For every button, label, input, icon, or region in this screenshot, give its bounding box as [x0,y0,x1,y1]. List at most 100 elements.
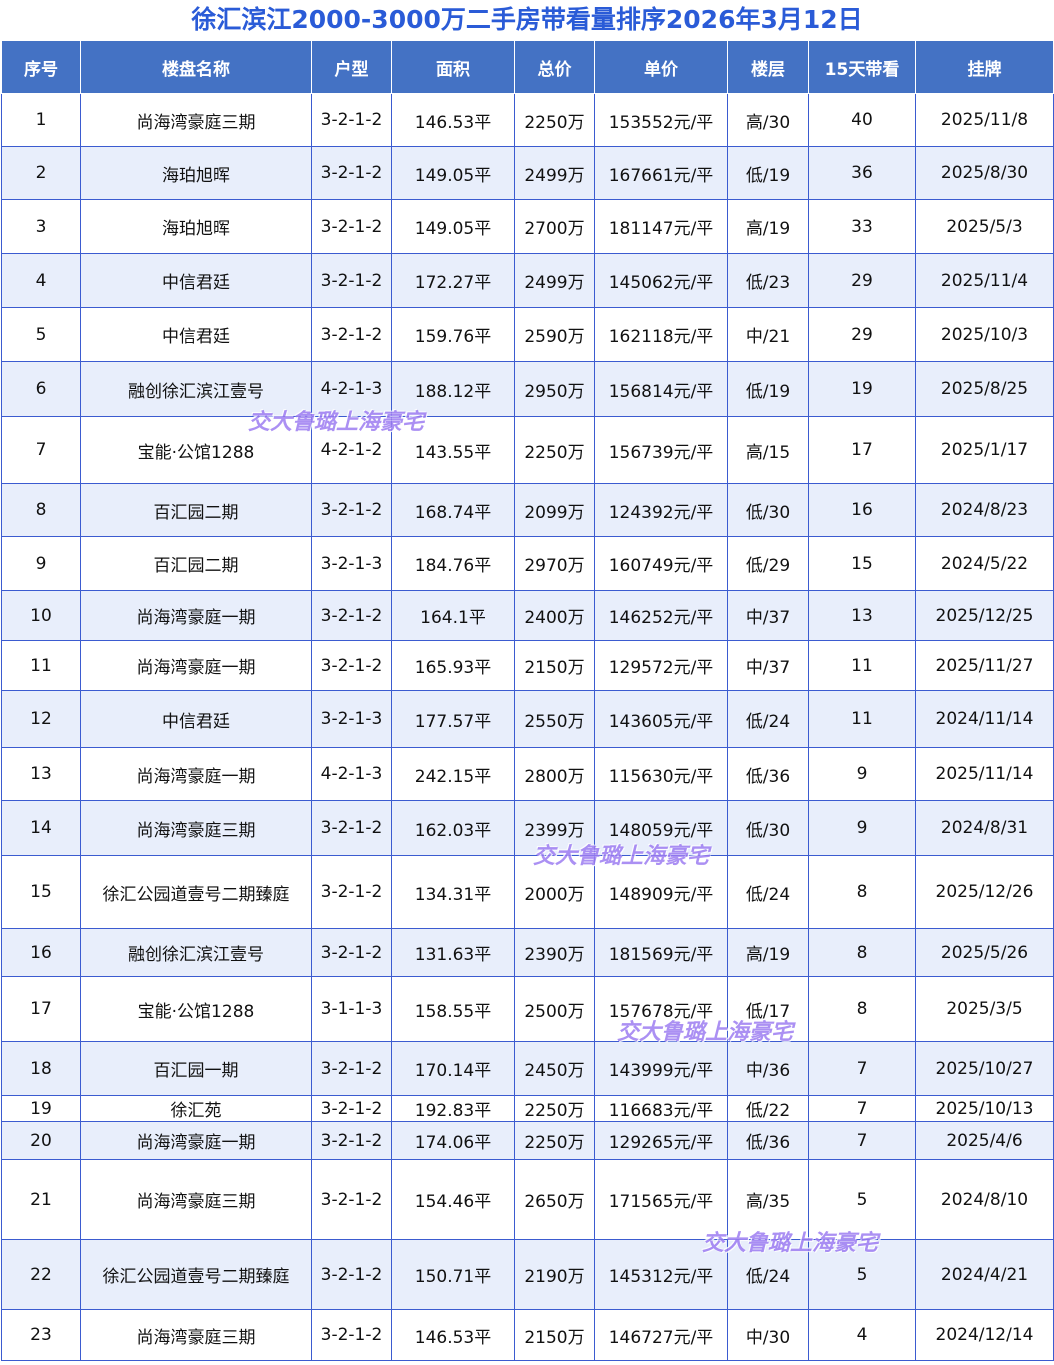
cell-listed-date: 2025/1/17 [915,416,1054,484]
table-row[interactable]: 21 尚海湾豪庭三期 3-2-1-2 154.46平 2650万 171565元/平 高/3… [1,1159,1054,1240]
table-row[interactable]: 12 中信君廷 3-2-1-3 177.57平 2550万 143605元/平 低/24 11… [1,690,1054,748]
cell-listed-date: 2024/4/21 [915,1239,1054,1310]
table-row[interactable]: 7 宝能·公馆1288 4-2-1-2 143.55平 2250万 156739元/平 高/… [1,416,1054,484]
table-row[interactable]: 13 尚海湾豪庭一期 4-2-1-3 242.15平 2800万 115630元/平 低/3… [1,747,1054,801]
cell-area: 149.05平 [391,199,515,254]
cell-area: 143.55平 [391,416,515,484]
cell-layout: 4-2-1-3 [311,361,392,417]
cell-unit-price: 146252元/平 [594,590,728,641]
cell-viewings: 13 [808,590,916,641]
table-row[interactable]: 19 徐汇苑 3-2-1-2 192.83平 2250万 116683元/平 低/22 7 20… [1,1095,1054,1122]
cell-area: 164.1平 [391,590,515,641]
header-listed-date[interactable]: 挂牌 [915,40,1054,94]
table-row[interactable]: 17 宝能·公馆1288 3-1-1-3 158.55平 2500万 157678元/平低… [1,976,1054,1042]
cell-estate: 尚海湾豪庭三期 [80,1309,312,1361]
cell-unit-price: 148909元/平 [594,855,728,929]
cell-area: 184.76平 [391,536,515,591]
cell-unit-price: 124392元/平 [594,483,728,537]
cell-viewings: 11 [808,640,916,691]
table-row[interactable]: 6 融创徐汇滨江壹号 4-2-1-3 188.12平 2950万 156814元/平 低/1… [1,361,1054,417]
table-row[interactable]: 20 尚海湾豪庭一期 3-2-1-2 174.06平 2250万 129265元/平 低/3… [1,1121,1054,1160]
cell-layout: 3-2-1-3 [311,690,392,748]
cell-viewings: 7 [808,1041,916,1096]
table-row[interactable]: 14 尚海湾豪庭三期 3-2-1-2 162.03平 2399万 148059元/平 低/3… [1,800,1054,856]
cell-index: 3 [1,199,81,254]
cell-unit-price: 156739元/平 [594,416,728,484]
cell-total-price: 2150万 [514,1309,595,1361]
table-row[interactable]: 23 尚海湾豪庭三期 3-2-1-2 146.53平 2150万 146727元/平 中/3… [1,1309,1054,1361]
cell-layout: 3-2-1-2 [311,1041,392,1096]
cell-floor: 中/37 [727,590,809,641]
header-total-price[interactable]: 总价 [514,40,595,94]
cell-viewings: 5 [808,1159,916,1240]
cell-floor: 高/19 [727,199,809,254]
table-row[interactable]: 8 百汇园二期 3-2-1-2 168.74平 2099万 124392元/平 低/30 16… [1,483,1054,537]
cell-listed-date: 2025/11/14 [915,747,1054,801]
cell-floor: 低/30 [727,800,809,856]
cell-unit-price: 171565元/平 [594,1159,728,1240]
cell-index: 23 [1,1309,81,1361]
cell-estate: 尚海湾豪庭一期 [80,640,312,691]
table-row[interactable]: 9 百汇园二期 3-2-1-3 184.76平 2970万 160749元/平 低/29 15… [1,536,1054,591]
cell-estate: 宝能·公馆1288 [80,416,312,484]
cell-area: 131.63平 [391,928,515,977]
header-floor[interactable]: 楼层 [727,40,809,94]
header-unit-price[interactable]: 单价 [594,40,728,94]
cell-layout: 3-2-1-2 [311,199,392,254]
header-layout[interactable]: 户型 [311,40,392,94]
table-row[interactable]: 18 百汇园一期 3-2-1-2 170.14平 2450万 143999元/平 中/36 7… [1,1041,1054,1096]
cell-listed-date: 2025/5/26 [915,928,1054,977]
cell-floor: 低/22 [727,1095,809,1122]
cell-unit-price: 143605元/平 [594,690,728,748]
table-row[interactable]: 11 尚海湾豪庭一期 3-2-1-2 165.93平 2150万 129572元/平 中/3… [1,640,1054,691]
cell-total-price: 2399万 [514,800,595,856]
header-index[interactable]: 序号 [1,40,81,94]
cell-viewings: 17 [808,416,916,484]
table-row[interactable]: 2 海珀旭晖 3-2-1-2 149.05平 2499万 167661元/平 低/19 36 2… [1,146,1054,200]
cell-viewings: 9 [808,747,916,801]
cell-unit-price: 148059元/平 [594,800,728,856]
cell-index: 14 [1,800,81,856]
cell-estate: 融创徐汇滨江壹号 [80,928,312,977]
header-area[interactable]: 面积 [391,40,515,94]
table-row[interactable]: 5 中信君廷 3-2-1-2 159.76平 2590万 162118元/平 中/21 29 2… [1,307,1054,362]
cell-index: 9 [1,536,81,591]
cell-layout: 3-2-1-2 [311,483,392,537]
cell-floor: 中/36 [727,1041,809,1096]
cell-layout: 3-2-1-2 [311,146,392,200]
cell-estate: 百汇园二期 [80,536,312,591]
header-viewings[interactable]: 15天带看 [808,40,916,94]
table-row[interactable]: 1 尚海湾豪庭三期 3-2-1-2 146.53平 2250万 153552元/平 高/30… [1,93,1054,147]
cell-index: 12 [1,690,81,748]
table-row[interactable]: 16 融创徐汇滨江壹号 3-2-1-2 131.63平 2390万 181569元/平 高/… [1,928,1054,977]
cell-unit-price: 181147元/平 [594,199,728,254]
cell-viewings: 9 [808,800,916,856]
cell-floor: 高/30 [727,93,809,147]
cell-area: 174.06平 [391,1121,515,1160]
cell-floor: 低/19 [727,146,809,200]
table-row[interactable]: 15 徐汇公园道壹号二期臻庭 3-2-1-2 134.31平 2000万 148909元/… [1,855,1054,929]
header-estate[interactable]: 楼盘名称 [80,40,312,94]
table-row[interactable]: 3 海珀旭晖 3-2-1-2 149.05平 2700万 181147元/平 高/19 33 2… [1,199,1054,254]
cell-index: 1 [1,93,81,147]
cell-total-price: 2450万 [514,1041,595,1096]
table-row[interactable]: 4 中信君廷 3-2-1-2 172.27平 2499万 145062元/平 低/23 29 2… [1,253,1054,308]
cell-estate: 尚海湾豪庭三期 [80,93,312,147]
table-row[interactable]: 10 尚海湾豪庭一期 3-2-1-2 164.1平 2400万 146252元/平 中/37… [1,590,1054,641]
cell-layout: 3-2-1-2 [311,640,392,691]
cell-unit-price: 115630元/平 [594,747,728,801]
cell-estate: 中信君廷 [80,307,312,362]
cell-listed-date: 2025/8/25 [915,361,1054,417]
cell-index: 13 [1,747,81,801]
cell-area: 158.55平 [391,976,515,1042]
cell-total-price: 2099万 [514,483,595,537]
cell-area: 150.71平 [391,1239,515,1310]
cell-floor: 低/24 [727,1239,809,1310]
cell-listed-date: 2024/8/10 [915,1159,1054,1240]
cell-listed-date: 2024/5/22 [915,536,1054,591]
cell-floor: 低/24 [727,690,809,748]
cell-estate: 尚海湾豪庭三期 [80,1159,312,1240]
cell-total-price: 2000万 [514,855,595,929]
table-row[interactable]: 22 徐汇公园道壹号二期臻庭 3-2-1-2 150.71平 2190万 145312元/… [1,1239,1054,1310]
cell-listed-date: 2025/10/27 [915,1041,1054,1096]
